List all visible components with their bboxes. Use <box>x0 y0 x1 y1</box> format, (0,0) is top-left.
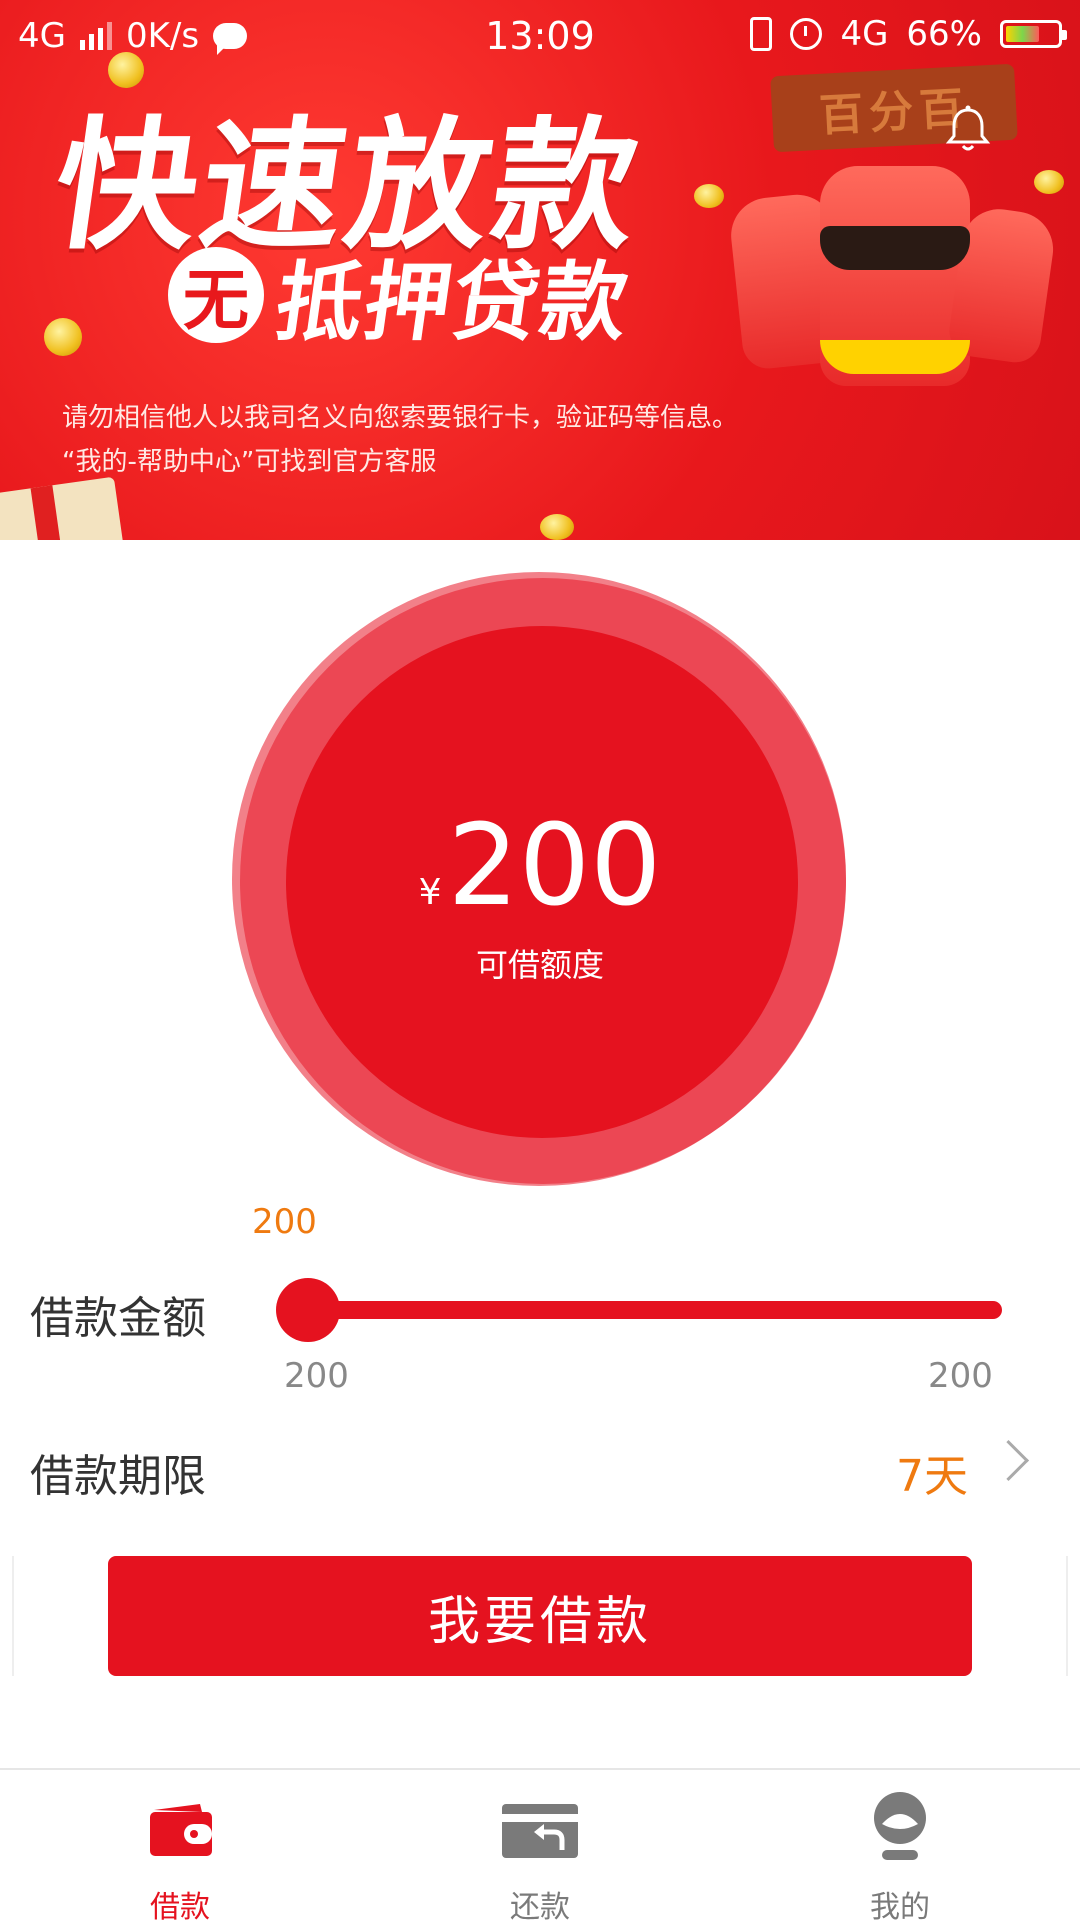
sunglasses-decoration <box>820 226 970 270</box>
loan-amount-slider-thumb[interactable] <box>276 1278 340 1342</box>
bottom-tab-bar: 借款 还款 我的 <box>0 1768 1080 1925</box>
battery-icon <box>1000 20 1067 48</box>
security-notice: 请勿相信他人以我司名义向您索要银行卡，验证码等信息。 “我的-帮助中心”可找到官… <box>62 396 738 484</box>
tab-repay-label: 还款 <box>510 1890 570 1925</box>
apply-loan-button[interactable]: 我要借款 <box>108 1556 972 1676</box>
credit-label: 可借额度 <box>475 946 604 984</box>
slider-max-label: 200 <box>928 1356 993 1396</box>
credit-amount: 200 <box>447 801 662 931</box>
notice-line-2: “我的-帮助中心”可找到官方客服 <box>62 447 437 477</box>
gift-box-decoration <box>0 476 125 540</box>
coin-decoration <box>694 184 724 208</box>
coin-decoration <box>1034 170 1064 194</box>
tab-mine[interactable]: 我的 <box>810 1770 990 1925</box>
bell-icon[interactable] <box>944 104 992 154</box>
tab-mine-label: 我的 <box>870 1890 930 1925</box>
profile-icon <box>874 1792 926 1860</box>
banner-subheadline-group: 无 抵押贷款 <box>168 232 636 357</box>
promo-banner[interactable]: 4G 0K/s 13:09 4G 66% 快速放款 无 抵押贷款 百分百 请勿相… <box>0 0 1080 540</box>
network-type-right: 4G <box>840 14 889 54</box>
battery-percent: 66% <box>906 14 982 54</box>
no-collateral-badge: 无 <box>168 246 264 343</box>
vibrate-icon <box>750 17 773 51</box>
slider-min-label: 200 <box>284 1356 349 1396</box>
wallet-icon <box>150 1804 212 1856</box>
coin-decoration <box>540 514 574 540</box>
loan-term-label: 借款期限 <box>30 1451 206 1502</box>
shorts-decoration <box>820 340 970 374</box>
alarm-icon <box>790 18 823 50</box>
notice-line-1: 请勿相信他人以我司名义向您索要银行卡，验证码等信息。 <box>62 403 739 433</box>
tab-repay[interactable]: 还款 <box>450 1770 630 1925</box>
available-amount: ¥ 200 <box>0 810 1080 922</box>
loan-amount-slider-track[interactable] <box>300 1301 1002 1319</box>
loan-term-value: 7天 <box>896 1451 968 1502</box>
coin-decoration <box>44 318 82 356</box>
status-bar: 4G 0K/s 13:09 4G 66% <box>0 0 1080 76</box>
banner-subheadline: 抵押贷款 <box>269 252 636 353</box>
tab-borrow-label: 借款 <box>150 1890 210 1925</box>
slider-current-value: 200 <box>252 1202 317 1242</box>
tab-borrow[interactable]: 借款 <box>90 1770 270 1925</box>
currency-symbol: ¥ <box>418 872 442 913</box>
loan-amount-label: 借款金额 <box>30 1293 206 1344</box>
card-return-icon <box>502 1804 578 1858</box>
